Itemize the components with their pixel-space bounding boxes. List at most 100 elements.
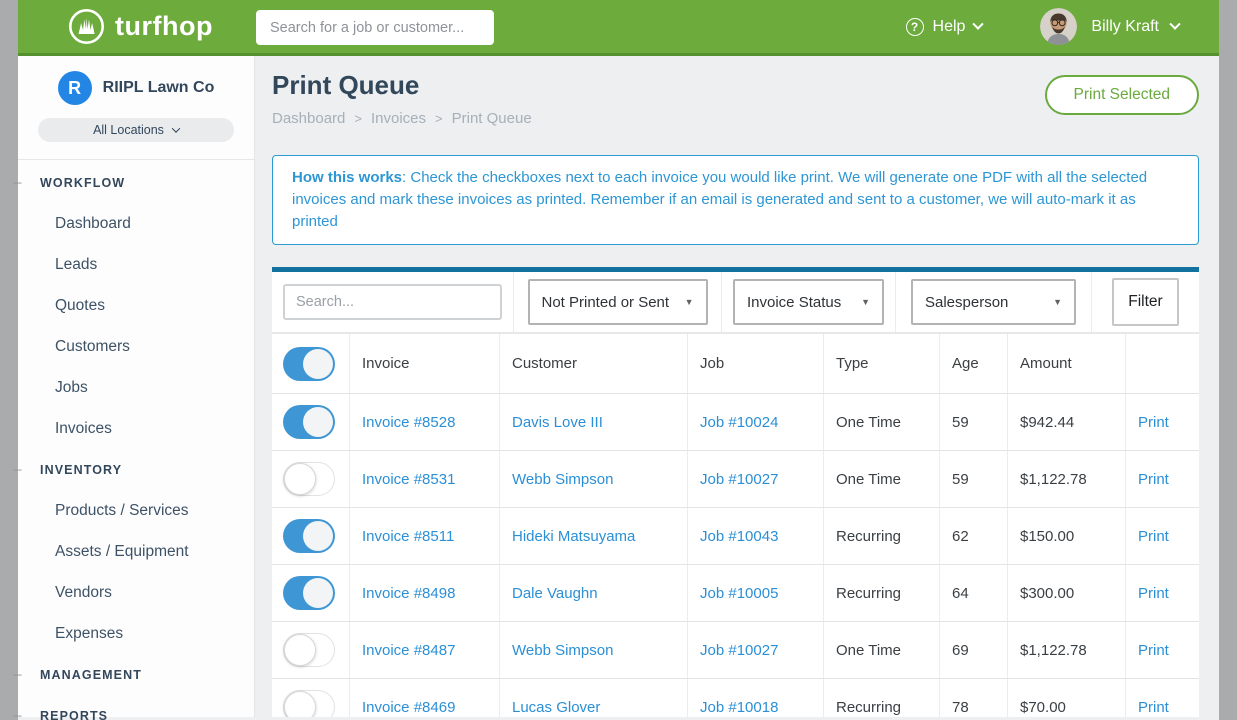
breadcrumb-separator: > [354,111,362,126]
invoice-link[interactable]: Invoice #8531 [362,471,455,488]
customer-link[interactable]: Davis Love III [512,414,603,431]
invoice-link[interactable]: Invoice #8498 [362,585,455,602]
row-select-toggle[interactable] [283,576,335,610]
company-row[interactable]: R RIIPL Lawn Co [18,71,254,105]
breadcrumb-dashboard[interactable]: Dashboard [272,110,345,127]
salesperson-select[interactable]: Salesperson ▼ [911,279,1076,325]
brand[interactable]: turfhop [68,8,213,45]
invoice-age: 69 [940,622,1008,678]
invoice-amount: $150.00 [1008,508,1126,564]
help-label: Help [933,18,966,36]
toggle-knob [284,463,316,495]
invoice-amount: $942.44 [1008,394,1126,450]
sidebar-item-label: Jobs [18,379,88,397]
print-link[interactable]: Print [1138,471,1169,488]
invoice-link[interactable]: Invoice #8487 [362,642,455,659]
invoice-table-row: Invoice #8498 Dale Vaughn Job #10005 Rec… [272,565,1199,622]
printed-status-select[interactable]: Not Printed or Sent ▼ [528,279,708,325]
invoice-age: 59 [940,451,1008,507]
row-select-toggle[interactable] [283,690,335,717]
job-link[interactable]: Job #10027 [700,642,778,659]
job-link[interactable]: Job #10005 [700,585,778,602]
customer-link[interactable]: Dale Vaughn [512,585,598,602]
sidebar-item-expenses[interactable]: Expenses [18,613,254,654]
sidebar-item-vendors[interactable]: Vendors [18,572,254,613]
print-link[interactable]: Print [1138,528,1169,545]
row-select-toggle[interactable] [283,405,335,439]
filter-button[interactable]: Filter [1112,278,1179,326]
sidebar-item-jobs[interactable]: Jobs [18,367,254,408]
customer-link[interactable]: Webb Simpson [512,471,613,488]
chevron-down-icon [172,124,180,132]
job-link[interactable]: Job #10043 [700,528,778,545]
print-queue-card: Not Printed or Sent ▼ Invoice Status ▼ S… [272,267,1199,717]
sidebar-item-assets-equipment[interactable]: Assets / Equipment [18,531,254,572]
invoice-table-row: Invoice #8487 Webb Simpson Job #10027 On… [272,622,1199,679]
sidebar-item-dashboard[interactable]: Dashboard [18,203,254,244]
main-content: Print Queue Dashboard > Invoices > Print… [255,56,1219,717]
invoice-type: One Time [824,622,940,678]
breadcrumb-invoices[interactable]: Invoices [371,110,426,127]
sidebar-item-leads[interactable]: Leads [18,244,254,285]
print-link[interactable]: Print [1138,414,1169,431]
location-selector[interactable]: All Locations [38,118,234,142]
invoice-link[interactable]: Invoice #8511 [362,528,454,545]
user-menu[interactable]: Billy Kraft [1040,8,1179,45]
info-text: : Check the checkboxes next to each invo… [292,169,1147,230]
invoice-status-value: Invoice Status [747,294,841,311]
job-link[interactable]: Job #10024 [700,414,778,431]
sidebar-section-label: INVENTORY [18,463,122,477]
sidebar-section-inventory: --- INVENTORY [18,449,254,490]
invoice-type: Recurring [824,508,940,564]
select-all-toggle[interactable] [283,347,335,381]
sidebar-item-label: Products / Services [18,502,189,520]
invoice-type: One Time [824,394,940,450]
customer-link[interactable]: Hideki Matsuyama [512,528,635,545]
invoice-status-select[interactable]: Invoice Status ▼ [733,279,884,325]
queue-search-input[interactable] [283,284,502,320]
salesperson-value: Salesperson [925,294,1008,311]
sidebar-company-block: R RIIPL Lawn Co All Locations [18,56,254,160]
row-select-toggle[interactable] [283,462,335,496]
help-menu[interactable]: ? Help [906,18,983,36]
row-select-toggle[interactable] [283,633,335,667]
chevron-down-icon [1169,18,1180,29]
sidebar-item-products-services[interactable]: Products / Services [18,490,254,531]
question-circle-icon: ? [906,18,924,36]
user-avatar [1040,8,1077,45]
filter-salesperson-cell: Salesperson ▼ [896,272,1092,332]
customer-link[interactable]: Lucas Glover [512,699,600,716]
sidebar-item-quotes[interactable]: Quotes [18,285,254,326]
toggle-knob [303,349,333,379]
invoice-type: One Time [824,451,940,507]
job-link[interactable]: Job #10018 [700,699,778,716]
global-search-input[interactable] [256,10,494,45]
sidebar-item-customers[interactable]: Customers [18,326,254,367]
row-select-cell [272,679,350,717]
page-header: Print Queue Dashboard > Invoices > Print… [272,70,1199,127]
chevron-down-icon [973,18,984,29]
column-header-customer: Customer [500,334,688,393]
print-selected-button[interactable]: Print Selected [1045,75,1200,115]
sidebar-section-reports: --- REPORTS [18,695,254,720]
filter-button-cell: Filter [1092,272,1199,332]
sidebar-item-invoices[interactable]: Invoices [18,408,254,449]
company-name: RIIPL Lawn Co [103,79,215,97]
title-block: Print Queue Dashboard > Invoices > Print… [272,70,532,127]
job-link[interactable]: Job #10027 [700,471,778,488]
toggle-knob [303,521,333,551]
select-caret-icon: ▼ [1053,297,1062,307]
row-select-cell [272,451,350,507]
invoice-link[interactable]: Invoice #8469 [362,699,455,716]
page-title: Print Queue [272,70,532,101]
print-link[interactable]: Print [1138,585,1169,602]
row-select-toggle[interactable] [283,519,335,553]
print-link[interactable]: Print [1138,642,1169,659]
sidebar-item-label: Assets / Equipment [18,543,189,561]
customer-link[interactable]: Webb Simpson [512,642,613,659]
filter-bar: Not Printed or Sent ▼ Invoice Status ▼ S… [272,272,1199,334]
turfhop-grass-logo-icon [68,8,105,45]
invoice-type: Recurring [824,565,940,621]
invoice-link[interactable]: Invoice #8528 [362,414,455,431]
print-link[interactable]: Print [1138,699,1169,716]
